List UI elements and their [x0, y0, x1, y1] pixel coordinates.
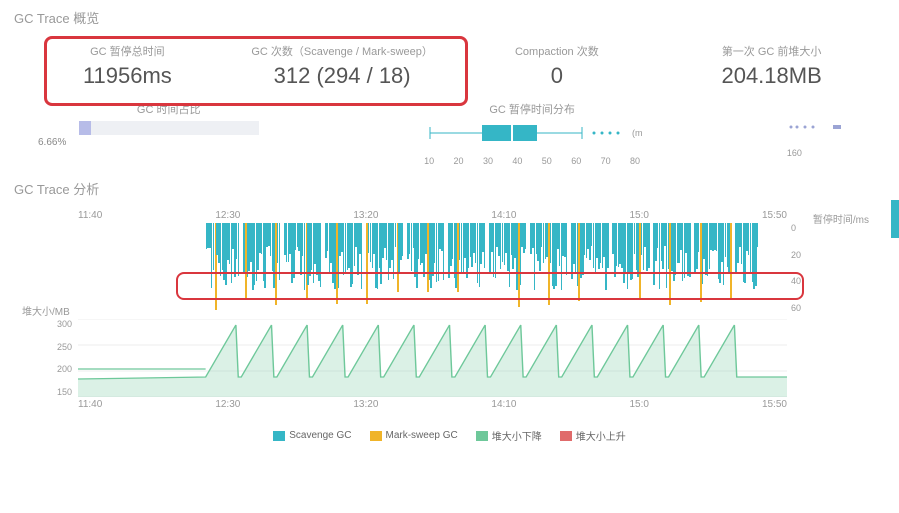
legend-marksweep[interactable]: Mark-sweep GC	[370, 428, 458, 443]
timeline-bottom: 11:40 12:30 13:20 14:10 15:0 15:50	[20, 399, 879, 410]
stat-pause-total: GC 暂停总时间 11956ms	[20, 35, 235, 97]
gc-ratio-text: 6.66%	[38, 137, 317, 148]
gc-ratio-fill	[79, 121, 91, 135]
heap-axis-label: 堆大小/MB	[22, 303, 70, 318]
timeline-top: 11:40 12:30 13:20 14:10 15:0 15:50	[20, 210, 879, 221]
boxplot: (ms) 10 20 30 40 50 60 70 80	[422, 121, 642, 165]
heap-chart: 堆大小/MB 300 250 200 150	[20, 319, 879, 397]
tick: 11:40	[78, 210, 102, 221]
tick: 250	[38, 342, 72, 352]
tick: 30	[483, 156, 493, 166]
tick: 60	[791, 303, 827, 313]
tick: 50	[542, 156, 552, 166]
stat-compaction: Compaction 次数 0	[450, 35, 665, 97]
tick: 15:50	[762, 399, 787, 410]
swatch-icon	[476, 431, 488, 441]
legend-heap-up[interactable]: 堆大小上升	[560, 428, 626, 443]
gc-y-axis: 0 20 40 60	[791, 223, 827, 313]
tick: 0	[791, 223, 827, 233]
tick: 40	[512, 156, 522, 166]
mini-scatter: 160	[783, 117, 843, 157]
tick: 200	[38, 364, 72, 374]
svg-text:(ms): (ms)	[632, 128, 642, 138]
tick: 80	[630, 156, 640, 166]
swatch-icon	[560, 431, 572, 441]
legend-label: Mark-sweep GC	[386, 430, 458, 441]
tick: 20	[791, 250, 827, 260]
stat-first-heap: 第一次 GC 前堆大小 204.18MB	[664, 35, 879, 97]
tick: 12:30	[215, 399, 240, 410]
tick: 70	[601, 156, 611, 166]
gc-chart: 暂停时间/ms 0 20 40 60	[20, 223, 879, 313]
gc-bars	[78, 223, 787, 313]
tick: 160	[787, 148, 802, 158]
tick: 13:20	[353, 399, 378, 410]
swatch-icon	[273, 431, 285, 441]
stat-label: 第一次 GC 前堆大小	[668, 43, 875, 59]
pause-dist-label: GC 暂停时间分布	[317, 101, 747, 117]
legend-label: 堆大小上升	[576, 428, 626, 443]
boxplot-ticks: 10 20 30 40 50 60 70 80	[422, 156, 642, 166]
side-indicator	[891, 200, 899, 238]
tick: 300	[38, 319, 72, 329]
legend-heap-down[interactable]: 堆大小下降	[476, 428, 542, 443]
stat-label: GC 次数（Scavenge / Mark-sweep）	[239, 43, 446, 59]
gc-ratio-label: GC 时间占比	[20, 101, 317, 117]
tick: 40	[791, 276, 827, 286]
swatch-icon	[370, 431, 382, 441]
legend-scavenge[interactable]: Scavenge GC	[273, 428, 351, 443]
tick: 20	[454, 156, 464, 166]
tick: 11:40	[78, 399, 102, 410]
stat-value: 11956ms	[24, 63, 231, 89]
tick: 13:20	[353, 210, 378, 221]
stats-row: GC 暂停总时间 11956ms GC 次数（Scavenge / Mark-s…	[0, 35, 899, 97]
overview-title: GC Trace 概览	[0, 0, 899, 35]
tick: 14:10	[491, 210, 516, 221]
stat-label: GC 暂停总时间	[24, 43, 231, 59]
pause-dist-block: GC 暂停时间分布 (ms) 10 20 30 40 50 60 70 80	[317, 101, 747, 165]
gc-ratio-bar	[79, 121, 259, 135]
tick: 60	[571, 156, 581, 166]
tick: 10	[424, 156, 434, 166]
scatter-label	[747, 101, 879, 113]
chart-area: 11:40 12:30 13:20 14:10 15:0 15:50 暂停时间/…	[20, 210, 879, 420]
tick: 15:0	[629, 399, 648, 410]
legend-label: 堆大小下降	[492, 428, 542, 443]
heap-y-axis: 300 250 200 150	[38, 319, 72, 397]
sub-row: GC 时间占比 6.66% GC 暂停时间分布 (ms) 10 20 30 40	[0, 97, 899, 165]
stat-gc-count: GC 次数（Scavenge / Mark-sweep） 312 (294 / …	[235, 35, 450, 97]
scatter-block: 160	[747, 101, 879, 165]
tick: 15:0	[629, 210, 648, 221]
legend: Scavenge GC Mark-sweep GC 堆大小下降 堆大小上升	[0, 420, 899, 451]
analysis-title: GC Trace 分析	[0, 165, 899, 206]
stat-label: Compaction 次数	[454, 43, 661, 59]
gc-ratio-block: GC 时间占比 6.66%	[20, 101, 317, 165]
legend-label: Scavenge GC	[289, 430, 351, 441]
heap-sawtooth	[78, 319, 787, 397]
stat-value: 312 (294 / 18)	[239, 63, 446, 89]
stat-value: 204.18MB	[668, 63, 875, 89]
tick: 12:30	[215, 210, 240, 221]
stat-value: 0	[454, 63, 661, 89]
tick: 150	[38, 387, 72, 397]
tick: 15:50	[762, 210, 787, 221]
boxplot-svg: (ms)	[422, 121, 642, 151]
tick: 14:10	[491, 399, 516, 410]
